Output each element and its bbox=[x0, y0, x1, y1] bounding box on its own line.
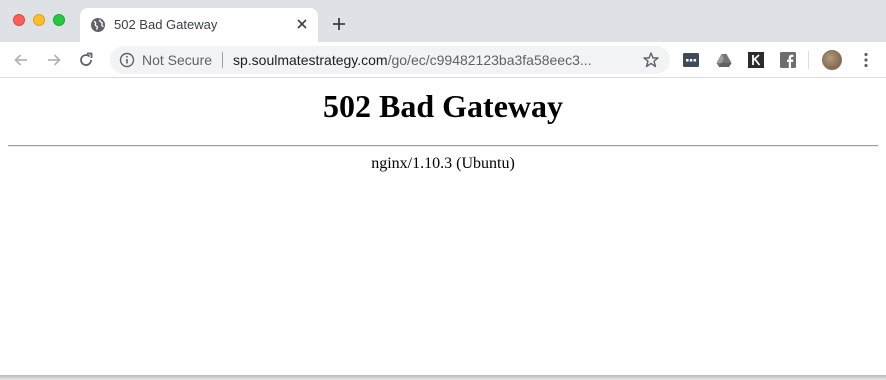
kebab-menu-icon[interactable] bbox=[858, 51, 874, 69]
address-divider bbox=[222, 52, 223, 68]
server-info: nginx/1.10.3 (Ubuntu) bbox=[371, 155, 515, 172]
toolbar-divider bbox=[808, 51, 809, 69]
address-bar[interactable]: Not Secure sp.soulmatestrategy.com/go/ec… bbox=[110, 46, 670, 74]
back-arrow-icon[interactable] bbox=[12, 51, 30, 69]
new-tab-icon[interactable] bbox=[330, 15, 348, 33]
window-close-button[interactable] bbox=[13, 14, 25, 26]
reload-icon[interactable] bbox=[77, 51, 95, 69]
url-path: /go/ec/c99482123ba3fa58eec3... bbox=[387, 52, 592, 68]
window-bottom-edge bbox=[0, 375, 886, 380]
tab-strip: 502 Bad Gateway bbox=[0, 0, 886, 42]
facebook-icon[interactable] bbox=[780, 52, 796, 68]
tab-close-icon[interactable] bbox=[294, 16, 310, 32]
page-content: 502 Bad Gateway nginx/1.10.3 (Ubuntu) bbox=[0, 79, 886, 375]
k-extension-icon[interactable] bbox=[748, 52, 764, 68]
page-title: 502 Bad Gateway bbox=[323, 88, 563, 124]
tab-title: 502 Bad Gateway bbox=[114, 17, 218, 32]
url-text[interactable]: sp.soulmatestrategy.com/go/ec/c99482123b… bbox=[233, 52, 628, 68]
browser-window: 502 Bad Gateway Not Secure sp.soulmatest… bbox=[0, 0, 886, 375]
bookmark-star-icon[interactable] bbox=[642, 51, 660, 69]
browser-toolbar: Not Secure sp.soulmatestrategy.com/go/ec… bbox=[0, 42, 886, 78]
security-label[interactable]: Not Secure bbox=[142, 52, 212, 68]
tab-active[interactable]: 502 Bad Gateway bbox=[80, 8, 318, 42]
forward-arrow-icon[interactable] bbox=[45, 51, 63, 69]
drive-icon[interactable] bbox=[716, 52, 732, 68]
window-minimize-button[interactable] bbox=[33, 14, 45, 26]
avatar[interactable] bbox=[822, 50, 842, 70]
horizontal-rule bbox=[8, 145, 878, 147]
window-maximize-button[interactable] bbox=[53, 14, 65, 26]
info-icon[interactable] bbox=[119, 52, 135, 68]
globe-icon bbox=[91, 18, 105, 32]
dots-extension-icon[interactable] bbox=[683, 52, 699, 68]
url-host: sp.soulmatestrategy.com bbox=[233, 52, 388, 68]
